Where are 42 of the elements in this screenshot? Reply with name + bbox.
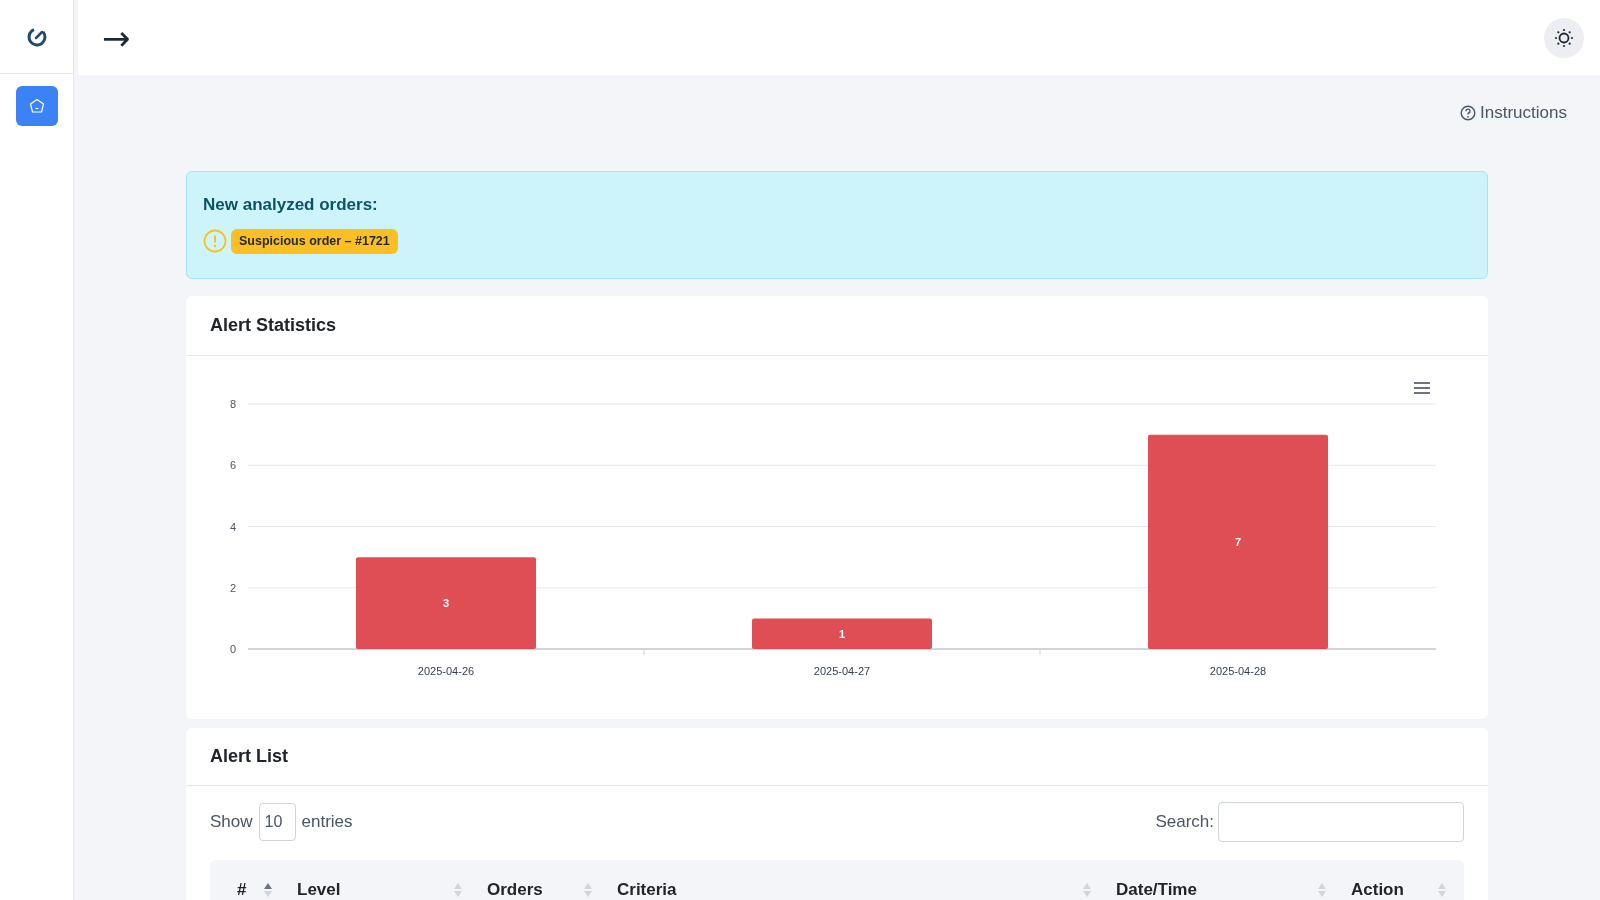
instructions-link[interactable]: Instructions — [1460, 100, 1567, 126]
home-icon — [28, 98, 45, 114]
y-tick-label: 4 — [229, 520, 236, 533]
sort-icon — [584, 881, 592, 898]
gauge-logo-icon — [25, 25, 48, 48]
search-field[interactable] — [1218, 801, 1464, 842]
y-tick-label: 2 — [229, 581, 236, 594]
sort-icon — [1318, 881, 1326, 898]
entries-label: entries — [301, 811, 353, 833]
column-header[interactable]: # — [220, 877, 280, 900]
bar-value-label: 3 — [442, 596, 450, 609]
help-icon — [1460, 104, 1477, 121]
column-header[interactable]: Action — [1334, 877, 1454, 900]
alert-badge[interactable]: Suspicious order – #1721 — [231, 229, 398, 254]
sort-icon — [1438, 881, 1446, 898]
warning-icon — [203, 229, 227, 254]
menu-icon[interactable] — [1414, 381, 1430, 394]
column-header[interactable]: Date/Time — [1099, 877, 1334, 900]
x-tick-label: 2025-04-27 — [813, 664, 871, 677]
bar-value-label: 1 — [838, 627, 846, 640]
y-tick-label: 6 — [229, 459, 236, 471]
show-label: Show — [210, 811, 253, 833]
sun-icon — [1554, 27, 1574, 48]
sort-icon — [1083, 881, 1091, 898]
card-title: Alert List — [210, 744, 289, 768]
column-header[interactable]: Orders — [470, 877, 600, 900]
x-tick-label: 2025-04-26 — [417, 664, 475, 677]
home-nav-button[interactable] — [15, 86, 58, 126]
navigation-arrow-button[interactable]: → — [102, 20, 131, 55]
card-title: Alert Statistics — [210, 313, 338, 337]
sort-icon — [264, 881, 272, 898]
page-size-select[interactable]: 10 — [258, 802, 296, 841]
y-tick-label: 0 — [229, 642, 236, 655]
y-tick-label: 8 — [229, 397, 236, 410]
theme-toggle-button[interactable] — [1544, 17, 1584, 58]
banner-title: New analyzed orders: — [203, 193, 379, 216]
search-label: Search: — [1155, 811, 1214, 833]
column-header[interactable]: Level — [280, 877, 470, 900]
sort-icon — [454, 881, 462, 898]
column-header[interactable]: Criteria — [600, 877, 1099, 900]
x-tick-label: 2025-04-28 — [1209, 664, 1267, 677]
bar-value-label: 7 — [1234, 535, 1242, 548]
